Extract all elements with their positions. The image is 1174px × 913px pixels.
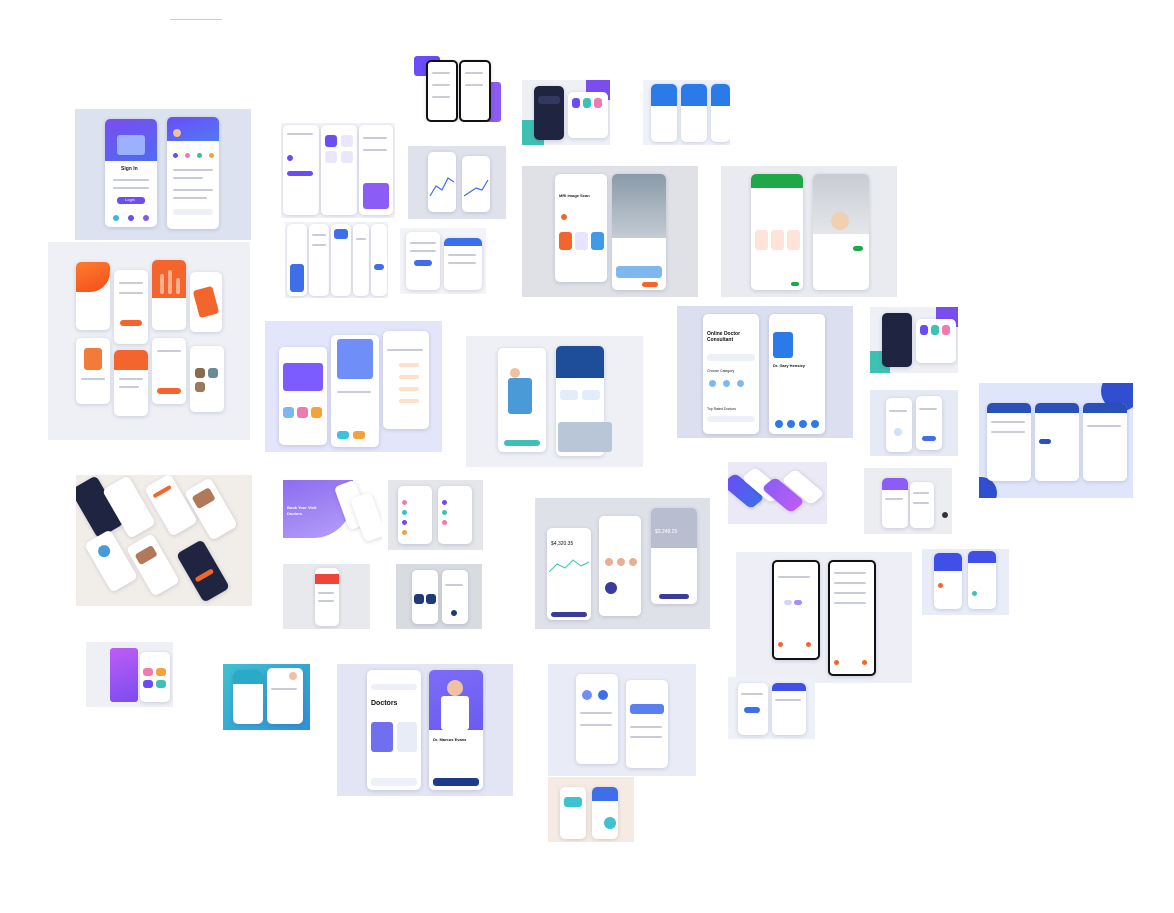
design-thumbnail-dark-cards-2[interactable] bbox=[870, 307, 958, 373]
design-thumbnail-diagonal[interactable] bbox=[76, 475, 252, 606]
design-thumbnail-peach[interactable] bbox=[548, 777, 634, 842]
design-thumbnail-signin[interactable]: Sign In Login bbox=[75, 109, 251, 240]
top-divider bbox=[170, 19, 222, 20]
design-thumbnail-dark-cards[interactable] bbox=[522, 80, 610, 145]
doctors-title: Doctors bbox=[371, 700, 398, 707]
top-rated-label: Top Rated Doctors bbox=[707, 407, 736, 411]
design-thumbnail-finance[interactable]: $4,320.35 $3,248.25 bbox=[535, 498, 710, 629]
design-thumbnail-purple-small[interactable] bbox=[864, 468, 952, 534]
book-title: Book Your Visit bbox=[287, 505, 317, 510]
phone-screen: Sign In Login bbox=[105, 119, 157, 227]
design-thumbnail-outline-phones[interactable] bbox=[736, 552, 912, 683]
phone-screen bbox=[167, 117, 219, 229]
design-thumbnail-multi-screens[interactable] bbox=[285, 222, 388, 298]
design-thumbnail-blue-small[interactable] bbox=[922, 549, 1009, 615]
doctor-profile-name: Dr. Marcus Evans bbox=[433, 737, 467, 742]
login-button[interactable]: Login bbox=[117, 197, 145, 204]
design-thumbnail-blue-bottom[interactable] bbox=[728, 677, 815, 739]
design-thumbnail-stethoscope[interactable] bbox=[86, 642, 173, 707]
online-doctor-title: Online Doctor Consultant bbox=[707, 331, 741, 343]
design-thumbnail-doctors[interactable]: Doctors Dr. Marcus Evans bbox=[337, 664, 513, 796]
design-thumbnail-red-phone[interactable] bbox=[283, 564, 370, 629]
balance-value-2: $3,248.25 bbox=[655, 529, 678, 535]
design-thumbnail-book-doctor[interactable]: Book Your Visit Doctors bbox=[283, 480, 382, 546]
chart-line-icon bbox=[463, 179, 489, 197]
mri-title: MRI image Scan bbox=[559, 193, 590, 198]
category-label: Choose Category bbox=[707, 369, 735, 373]
design-thumbnail-black-phones[interactable] bbox=[414, 56, 501, 122]
design-thumbnail-dashboard[interactable] bbox=[281, 123, 395, 218]
chart-line-icon bbox=[429, 177, 455, 197]
chart-line-icon bbox=[548, 559, 590, 573]
design-thumbnail-blue-dashboard[interactable] bbox=[979, 383, 1133, 498]
design-thumbnail-calendar[interactable] bbox=[548, 664, 696, 776]
book-subtitle: Doctors bbox=[287, 511, 303, 516]
design-thumbnail-green-header[interactable] bbox=[721, 166, 897, 297]
signin-title: Sign In bbox=[121, 166, 138, 172]
design-thumbnail-family[interactable] bbox=[466, 336, 643, 467]
design-thumbnail-tables[interactable] bbox=[400, 228, 486, 294]
design-thumbnail-light-screens[interactable] bbox=[870, 390, 958, 456]
balance-value: $4,320.35 bbox=[551, 541, 574, 547]
design-thumbnail-blue-screens[interactable] bbox=[643, 80, 730, 145]
design-thumbnail-online-doctor[interactable]: Online Doctor Consultant Choose Category… bbox=[677, 306, 853, 438]
design-thumbnail-orange-app[interactable] bbox=[48, 242, 250, 440]
doctor-name: Dr. Gary Hensley bbox=[773, 363, 806, 368]
design-thumbnail-isometric[interactable] bbox=[728, 462, 827, 524]
design-thumbnail-navy-blocks[interactable] bbox=[396, 564, 482, 629]
design-thumbnail-mri[interactable]: MRI image Scan bbox=[522, 166, 698, 297]
design-thumbnail-teal[interactable] bbox=[223, 664, 310, 730]
design-thumbnail-color-list[interactable] bbox=[388, 480, 483, 550]
design-thumbnail-charts[interactable] bbox=[408, 146, 506, 219]
design-thumbnail-doctor-profile[interactable] bbox=[265, 321, 442, 452]
